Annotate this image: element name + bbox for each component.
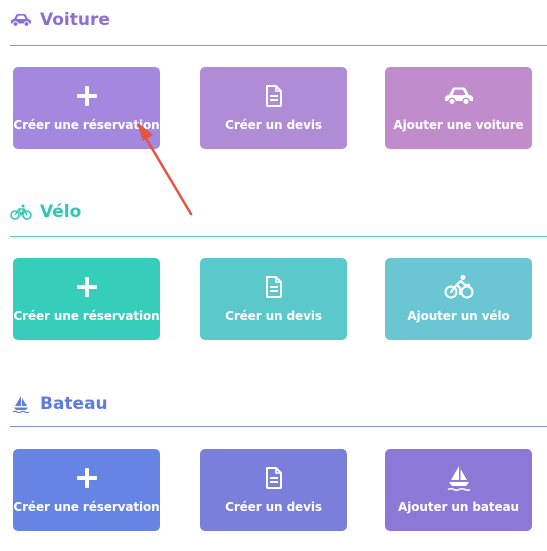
car-icon (444, 84, 474, 108)
voiture-create-reservation-button[interactable]: Créer une réservation (13, 67, 160, 149)
card-label: Ajouter une voiture (393, 118, 524, 132)
section-header-bateau: Bateau (10, 393, 108, 415)
bateau-add-boat-button[interactable]: Ajouter un bateau (385, 449, 532, 531)
card-label: Créer un devis (225, 118, 322, 132)
page: Voiture Créer une réservation Créer un d… (0, 0, 547, 551)
section-title-velo: Vélo (40, 202, 82, 222)
section-divider (10, 45, 547, 46)
card-label: Ajouter un vélo (407, 309, 510, 323)
bicycle-icon (10, 204, 32, 220)
section-header-voiture: Voiture (10, 9, 110, 31)
section-title-bateau: Bateau (40, 394, 108, 414)
velo-add-bike-button[interactable]: Ajouter un vélo (385, 258, 532, 340)
velo-create-reservation-button[interactable]: Créer une réservation (13, 258, 160, 340)
section-title-voiture: Voiture (40, 10, 110, 30)
section-header-velo: Vélo (10, 201, 81, 223)
card-label: Créer un devis (225, 309, 322, 323)
card-label: Créer une réservation (13, 309, 160, 323)
cyclist-icon (444, 275, 474, 299)
card-label: Créer un devis (225, 500, 322, 514)
plus-icon (76, 275, 98, 299)
plus-icon (76, 84, 98, 108)
bateau-create-reservation-button[interactable]: Créer une réservation (13, 449, 160, 531)
card-label: Créer une réservation (13, 500, 160, 514)
document-icon (265, 84, 283, 108)
voiture-add-vehicle-button[interactable]: Ajouter une voiture (385, 67, 532, 149)
velo-create-quote-button[interactable]: Créer un devis (200, 258, 347, 340)
section-divider (10, 426, 547, 427)
document-icon (265, 466, 283, 490)
sailboat-icon (447, 466, 471, 491)
bateau-create-quote-button[interactable]: Créer un devis (200, 449, 347, 531)
sailboat-icon (10, 396, 32, 413)
card-label: Ajouter un bateau (398, 500, 519, 514)
plus-icon (76, 466, 98, 490)
section-divider (10, 236, 547, 237)
document-icon (265, 275, 283, 299)
car-icon (10, 12, 32, 28)
voiture-create-quote-button[interactable]: Créer un devis (200, 67, 347, 149)
card-label: Créer une réservation (13, 118, 160, 132)
